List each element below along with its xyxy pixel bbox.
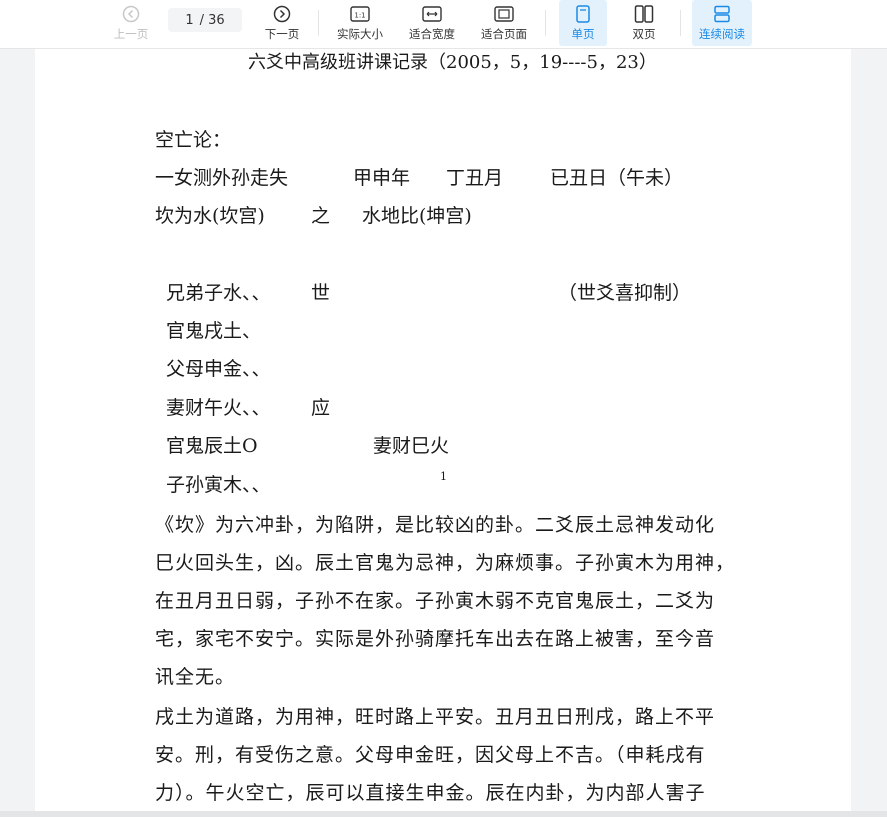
fit-width-button[interactable]: 适合宽度 — [404, 0, 460, 46]
chevron-left-circle-icon — [122, 3, 140, 25]
changed-yao: 妻财巳火 — [373, 435, 450, 457]
fit-page-label: 适合页面 — [481, 27, 527, 41]
double-page-button[interactable]: 双页 — [620, 0, 668, 46]
fit-width-label: 适合宽度 — [409, 27, 455, 41]
svg-text:1:1: 1:1 — [354, 12, 365, 20]
current-page-input[interactable]: 1 — [185, 13, 193, 28]
paragraph-line: 力）。午火空亡，辰可以直接生申金。辰在内卦，为内部人害子 — [155, 782, 706, 804]
actual-size-label: 实际大小 — [337, 27, 383, 41]
toolbar-divider — [680, 10, 681, 36]
case-year: 甲申年 — [353, 167, 411, 189]
shi-note: （世爻喜抑制） — [558, 282, 692, 304]
case-question: 一女测外孙走失 — [155, 167, 289, 189]
changed-hexagram: 水地比(坤宫) — [362, 205, 472, 227]
document-content: 六爻中高级班讲课记录（2005，5，19----5，23） 空亡论： 一女测外孙… — [35, 48, 851, 817]
shi-marker: 世 — [311, 282, 331, 304]
section-heading: 空亡论： — [155, 129, 232, 151]
yao-line-6: 兄弟子水、、 — [166, 282, 271, 304]
yao-line-5: 官鬼戌土、 — [166, 320, 262, 342]
yao-line-1: 子孙寅木、、 — [166, 474, 271, 496]
continuous-read-button[interactable]: 连续阅读 — [692, 0, 752, 46]
double-page-icon — [634, 3, 654, 25]
fit-page-button[interactable]: 适合页面 — [476, 0, 532, 46]
yao-line-3: 妻财午火、、 — [166, 397, 271, 419]
single-page-icon — [575, 3, 591, 25]
prev-page-label: 上一页 — [113, 27, 149, 41]
viewer-toolbar: 上一页 1 / 36 下一页 1:1 实际大小 适合宽度 适合页面 单页 双页 … — [0, 0, 887, 49]
paragraph-line: 戌土为道路，为用神，旺时路上平安。丑月丑日刑戌，路上不平 — [155, 706, 716, 728]
footnote-marker: 1 — [440, 470, 447, 483]
case-month: 丁丑月 — [446, 167, 504, 189]
paragraph-line: 巳火回头生，凶。辰土官鬼为忌神，为麻烦事。子孙寅木为用神， — [155, 552, 736, 574]
paragraph-analysis-2: 戌土为道路，为用神，旺时路上平安。丑月丑日刑戌，路上不平 安。刑，有受伤之意。父… — [155, 698, 735, 812]
fit-width-icon — [422, 3, 442, 25]
chevron-right-circle-icon — [273, 3, 291, 25]
yao-line-4: 父母申金、、 — [166, 358, 271, 380]
single-page-label: 单页 — [571, 27, 595, 41]
horizontal-scrollbar[interactable] — [0, 811, 887, 817]
continuous-scroll-icon — [713, 3, 731, 25]
yao-line-2: 官鬼辰土O — [166, 435, 258, 457]
paragraph-line: 在丑月丑日弱，子孙不在家。子孙寅木弱不克官鬼辰土，二爻为 — [155, 590, 716, 612]
ying-marker: 应 — [311, 397, 331, 419]
main-hexagram: 坎为水(坎宫) — [155, 205, 265, 227]
paragraph-line: 宅，家宅不安宁。实际是外孙骑摩托车出去在路上被害，至今音 — [155, 628, 716, 650]
fit-page-icon — [494, 3, 514, 25]
document-title: 六爻中高级班讲课记录（2005，5，19----5，23） — [248, 52, 657, 73]
continuous-read-label: 连续阅读 — [699, 27, 745, 41]
paragraph-line: 安。刑，有受伤之意。父母申金旺，因父母上不吉。（申耗戌有 — [155, 744, 706, 766]
double-page-label: 双页 — [632, 27, 656, 41]
hexagram-connector: 之 — [311, 205, 331, 227]
next-page-button[interactable]: 下一页 — [259, 0, 305, 46]
page-number-field[interactable]: 1 / 36 — [168, 8, 242, 32]
case-day: 已丑日（午未） — [550, 167, 684, 189]
document-page: 六爻中高级班讲课记录（2005，5，19----5，23） 空亡论： 一女测外孙… — [35, 48, 851, 817]
next-page-label: 下一页 — [264, 27, 300, 41]
single-page-button[interactable]: 单页 — [559, 0, 607, 46]
paragraph-analysis-1: 《坎》为六冲卦，为陷阱，是比较凶的卦。二爻辰土忌神发动化 巳火回头生，凶。辰土官… — [155, 506, 735, 696]
total-pages: / 36 — [199, 12, 225, 28]
actual-size-icon: 1:1 — [350, 3, 370, 25]
paragraph-line: 《坎》为六冲卦，为陷阱，是比较凶的卦。二爻辰土忌神发动化 — [155, 514, 716, 536]
toolbar-divider — [318, 10, 319, 36]
toolbar-divider — [545, 10, 546, 36]
actual-size-button[interactable]: 1:1 实际大小 — [332, 0, 388, 46]
prev-page-button[interactable]: 上一页 — [108, 0, 154, 46]
paragraph-line: 讯全无。 — [155, 666, 236, 688]
